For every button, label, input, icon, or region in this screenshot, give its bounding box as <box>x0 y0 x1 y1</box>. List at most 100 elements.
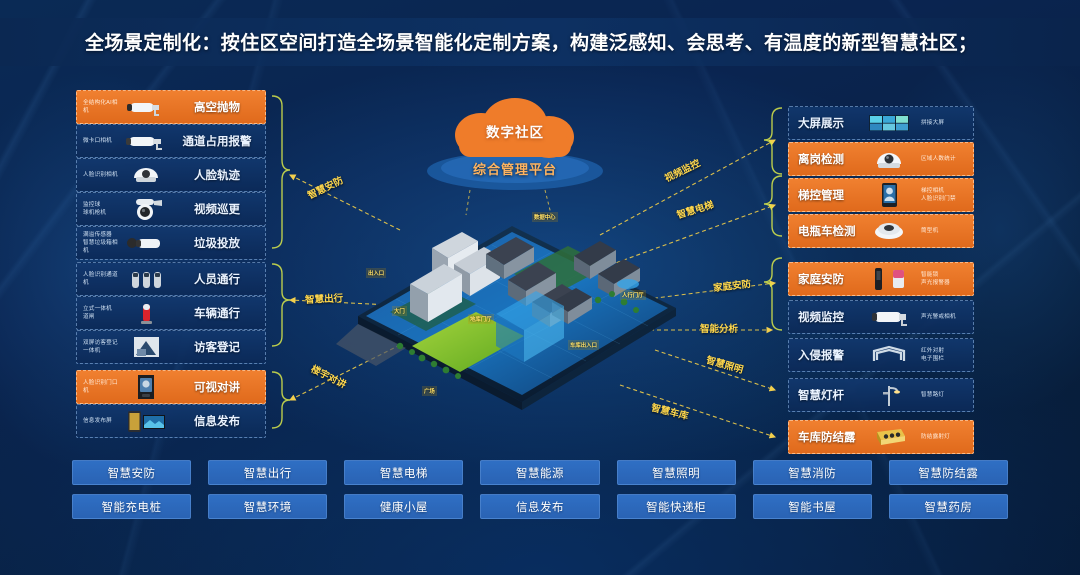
feature-card-vehicle-passage[interactable]: 立式一体机 道闸 车辆通行 <box>76 296 266 330</box>
feature-device-label: 双屏访客登记一体机 <box>83 339 118 354</box>
feature-title: 可视对讲 <box>194 382 240 394</box>
tag-row-2: 智能充电桩 智慧环境 健康小屋 信息发布 智能快递柜 智能书屋 智慧药房 <box>72 494 1008 519</box>
city-label-plaza: 广场 <box>422 386 437 396</box>
feature-card-face-track[interactable]: 人脸识别相机 人脸轨迹 <box>76 158 266 192</box>
feature-title: 家庭安防 <box>798 274 844 286</box>
bullet-camera-icon <box>123 230 169 256</box>
face-terminal-icon <box>863 182 915 208</box>
dome-camera-icon <box>123 162 169 188</box>
tag-smart-firefighting[interactable]: 智慧消防 <box>752 460 872 485</box>
feature-title: 大屏展示 <box>798 118 844 130</box>
feature-card-intrusion-alarm[interactable]: 入侵报警 红外对射 电子围栏 <box>788 338 974 372</box>
feature-title: 智慧灯杆 <box>798 390 844 402</box>
spotlight-icon <box>863 424 915 450</box>
feature-device-label: 区域人数统计 <box>921 155 956 162</box>
feature-device-label: 智能锁 声光报警器 <box>921 271 950 286</box>
feature-title: 电瓶车检测 <box>798 226 856 238</box>
tag-smart-pharmacy[interactable]: 智慧药房 <box>888 494 1008 519</box>
tag-smart-elevator[interactable]: 智慧电梯 <box>344 460 464 485</box>
tag-row-1: 智慧安防 智慧出行 智慧电梯 智慧能源 智慧照明 智慧消防 智慧防结露 <box>72 460 1008 485</box>
city-model-illustration <box>336 226 676 410</box>
tag-health-cabin[interactable]: 健康小屋 <box>344 494 464 519</box>
feature-device-label: 信息发布屏 <box>83 417 112 424</box>
feature-device-label: 拼接大屏 <box>921 119 945 126</box>
tag-smart-energy[interactable]: 智慧能源 <box>480 460 600 485</box>
feature-title: 离岗检测 <box>798 154 844 166</box>
feature-device-label: 红外对射 电子围栏 <box>921 347 945 362</box>
feature-device-label: 立式一体机 道闸 <box>83 305 112 320</box>
feature-device-label: 智慧路灯 <box>921 391 945 398</box>
cloud-label: 数字社区 <box>486 125 544 140</box>
feature-device-label: 微卡口相机 <box>83 137 112 144</box>
turnstile-icon <box>123 266 169 292</box>
tag-smart-anti-condensation[interactable]: 智慧防结露 <box>888 460 1008 485</box>
feature-title: 人脸轨迹 <box>194 170 240 182</box>
feature-card-smart-lamp-pole[interactable]: 智慧灯杆 智慧路灯 <box>788 378 974 412</box>
city-label-garage-hall: 地库门厅 <box>468 314 494 324</box>
feature-card-video-patrol[interactable]: 监控球 球机枪机 视频巡更 <box>76 192 266 226</box>
smart-lock-icon <box>863 266 915 292</box>
tag-smart-charging-pile[interactable]: 智能充电桩 <box>72 494 192 519</box>
tag-smart-environment[interactable]: 智慧环境 <box>208 494 328 519</box>
feature-device-label: 人脸识别通道机 <box>83 271 118 286</box>
feature-title: 梯控管理 <box>798 190 844 202</box>
feature-device-label: 人脸识别门口机 <box>83 379 118 394</box>
tag-smart-travel[interactable]: 智慧出行 <box>208 460 328 485</box>
fisheye-camera-icon <box>863 218 915 244</box>
feature-title: 视频监控 <box>798 312 844 324</box>
city-label-entrance: 出入口 <box>366 268 387 278</box>
tag-smart-lighting[interactable]: 智慧照明 <box>616 460 736 485</box>
feature-device-label: 声光警戒相机 <box>921 313 956 320</box>
feature-title: 垃圾投放 <box>194 238 240 250</box>
tag-smart-security[interactable]: 智慧安防 <box>72 460 192 485</box>
feature-title: 信息发布 <box>194 416 240 428</box>
bullet-camera-icon <box>123 128 169 154</box>
tag-information-release[interactable]: 信息发布 <box>480 494 600 519</box>
feature-title: 高空抛物 <box>194 102 240 114</box>
bullet-camera-icon <box>863 304 915 330</box>
feature-card-ebike-detection[interactable]: 电瓶车检测 筒型机 <box>788 214 974 248</box>
barrier-gate-icon <box>123 300 169 326</box>
city-label-data-center: 数据中心 <box>532 212 558 222</box>
feature-device-label: 防结露射灯 <box>921 433 950 440</box>
feature-card-personnel-passage[interactable]: 人脸识别通道机 人员通行 <box>76 262 266 296</box>
feature-card-information-release[interactable]: 信息发布屏 信息发布 <box>76 404 266 438</box>
city-3d-model: 数据中心 人行门厅 地库门厅 车库出入口 出入口 大门 广场 <box>336 196 696 414</box>
city-label-garage-entrance: 车库出入口 <box>568 340 599 350</box>
feature-device-label: 满溢传感器 智慧垃圾箱相机 <box>83 231 118 255</box>
tag-grid: 智慧安防 智慧出行 智慧电梯 智慧能源 智慧照明 智慧消防 智慧防结露 智能充电… <box>72 460 1008 528</box>
dome-camera-icon <box>863 146 915 172</box>
feature-title: 访客登记 <box>194 342 240 354</box>
feature-card-passage-occupancy-alarm[interactable]: 微卡口相机 通道占用报警 <box>76 124 266 158</box>
city-label-main-gate: 大门 <box>392 306 407 316</box>
feature-card-video-intercom[interactable]: 人脸识别门口机 可视对讲 <box>76 370 266 404</box>
feature-card-elevator-control[interactable]: 梯控管理 梯控相机 人脸识别门禁 <box>788 178 974 212</box>
feature-card-garage-anti-condensation[interactable]: 车库防结露 防结露射灯 <box>788 420 974 454</box>
feature-device-label: 监控球 球机枪机 <box>83 201 107 216</box>
feature-title: 通道占用报警 <box>182 136 252 148</box>
feature-device-label: 梯控相机 人脸识别门禁 <box>921 187 956 202</box>
perimeter-fence-icon <box>863 342 915 368</box>
feature-card-video-monitoring[interactable]: 视频监控 声光警戒相机 <box>788 300 974 334</box>
feature-device-label: 人脸识别相机 <box>83 171 118 178</box>
video-wall-icon <box>863 110 915 136</box>
feature-card-high-altitude-throwing[interactable]: 全结构化AI相机 高空抛物 <box>76 90 266 124</box>
feature-card-large-screen-display[interactable]: 大屏展示 拼接大屏 <box>788 106 974 140</box>
feature-card-garbage-disposal[interactable]: 满溢传感器 智慧垃圾箱相机 垃圾投放 <box>76 226 266 260</box>
feature-title: 视频巡更 <box>194 204 240 216</box>
feature-title: 人员通行 <box>194 274 240 286</box>
ptz-camera-icon <box>123 196 169 222</box>
feature-title: 车库防结露 <box>798 432 856 444</box>
feature-device-label: 全结构化AI相机 <box>83 99 118 114</box>
connector-label-smart-analysis: 智能分析 <box>700 324 739 335</box>
tag-smart-bookhouse[interactable]: 智能书屋 <box>752 494 872 519</box>
tag-smart-locker[interactable]: 智能快递柜 <box>616 494 736 519</box>
visitor-kiosk-icon <box>123 334 169 360</box>
door-station-icon <box>123 374 169 400</box>
display-screen-icon <box>123 408 169 434</box>
city-label-pedestrian-hall: 人行门厅 <box>620 290 646 300</box>
digital-community-cloud: 数字社区 综合管理平台 <box>425 95 605 190</box>
feature-card-home-security[interactable]: 家庭安防 智能锁 声光报警器 <box>788 262 974 296</box>
feature-card-absence-detection[interactable]: 离岗检测 区域人数统计 <box>788 142 974 176</box>
feature-card-visitor-registration[interactable]: 双屏访客登记一体机 访客登记 <box>76 330 266 364</box>
